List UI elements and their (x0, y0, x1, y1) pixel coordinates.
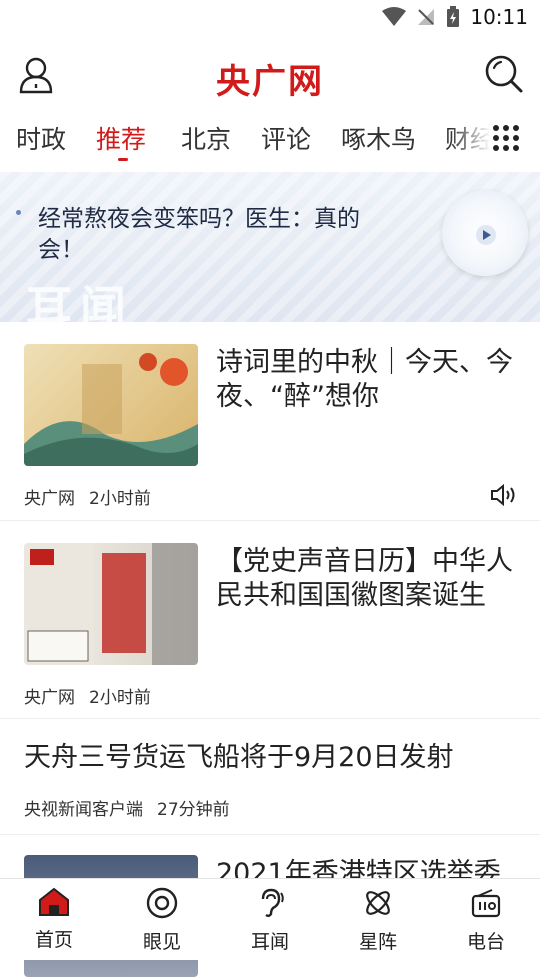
nav-home-label: 首页 (34, 929, 73, 951)
news-thumbnail[interactable] (24, 543, 198, 665)
nav-eye[interactable]: 眼见 (108, 887, 216, 954)
nav-home[interactable]: 首页 (0, 887, 108, 952)
nav-ear-label: 耳闻 (250, 931, 289, 953)
tab-beijing[interactable]: 北京 (181, 120, 231, 156)
nav-radio[interactable]: 电台 (432, 887, 540, 954)
news-title[interactable]: 诗词里的中秋｜今天、今夜、“醉”想你 (216, 346, 516, 414)
signal-off-icon (418, 9, 435, 25)
eye-icon (146, 887, 178, 919)
battery-icon (447, 6, 460, 27)
banner-headline[interactable]: 经常熬夜会变笨吗？医生：真的会！ (38, 204, 398, 266)
news-time: 27分钟前 (157, 800, 230, 820)
news-item[interactable]: 【党史声音日历】中华人民共和国国徽图案诞生 央广网 2小时前 (0, 521, 540, 719)
nav-star-label: 星阵 (358, 931, 397, 953)
news-meta: 央视新闻客户端 27分钟前 (24, 795, 230, 820)
tab-recommend[interactable]: 推荐 (96, 120, 146, 156)
atom-icon (366, 891, 390, 915)
search-icon[interactable] (484, 54, 524, 94)
nav-star[interactable]: 星阵 (324, 887, 432, 954)
mid-autumn-illustration (24, 353, 198, 466)
tab-commentary[interactable]: 评论 (261, 120, 311, 156)
tab-woodpecker[interactable]: 啄木鸟 (341, 120, 416, 156)
news-time: 2小时前 (89, 489, 151, 509)
news-title[interactable]: 【党史声音日历】中华人民共和国国徽图案诞生 (216, 545, 516, 613)
play-icon[interactable] (475, 224, 497, 246)
nav-ear[interactable]: 耳闻 (216, 887, 324, 954)
channel-grid-icon[interactable] (492, 124, 520, 152)
home-icon (39, 887, 69, 916)
news-title[interactable]: 天舟三号货运飞船将于9月20日发射 (24, 741, 524, 775)
banner-bullet (16, 210, 21, 215)
ear-icon (261, 888, 284, 917)
status-time: 10:11 (470, 5, 528, 29)
news-thumbnail[interactable] (24, 344, 198, 466)
wifi-icon (382, 7, 407, 26)
bottom-navigation: 首页 眼见 耳闻 星阵 电台 (0, 878, 540, 960)
category-tabs: 时政 推荐 北京 评论 啄木鸟 财经 (0, 114, 540, 164)
audio-banner[interactable]: 耳闻 经常熬夜会变笨吗？医生：真的会！ (0, 172, 540, 322)
news-time: 2小时前 (89, 688, 151, 708)
news-meta: 央广网 2小时前 (24, 683, 151, 708)
nav-eye-label: 眼见 (142, 931, 181, 953)
news-source: 央视新闻客户端 (24, 800, 143, 820)
news-meta: 央广网 2小时前 (24, 484, 151, 509)
tab-politics[interactable]: 时政 (16, 120, 66, 156)
news-item[interactable]: 天舟三号货运飞船将于9月20日发射 央视新闻客户端 27分钟前 (0, 719, 540, 835)
active-tab-indicator (118, 158, 128, 161)
speaker-icon[interactable] (490, 483, 518, 507)
news-source: 央广网 (24, 489, 75, 509)
banner-watermark: 耳闻 (26, 281, 134, 322)
status-bar: 10:11 (0, 0, 540, 36)
nav-radio-label: 电台 (466, 931, 505, 953)
news-source: 央广网 (24, 688, 75, 708)
party-history-illustration (24, 543, 198, 665)
app-logo: 央广网 (216, 62, 324, 102)
news-item[interactable]: 诗词里的中秋｜今天、今夜、“醉”想你 央广网 2小时前 (0, 322, 540, 521)
app-header: 央广网 (0, 36, 540, 114)
radio-icon (471, 889, 501, 918)
